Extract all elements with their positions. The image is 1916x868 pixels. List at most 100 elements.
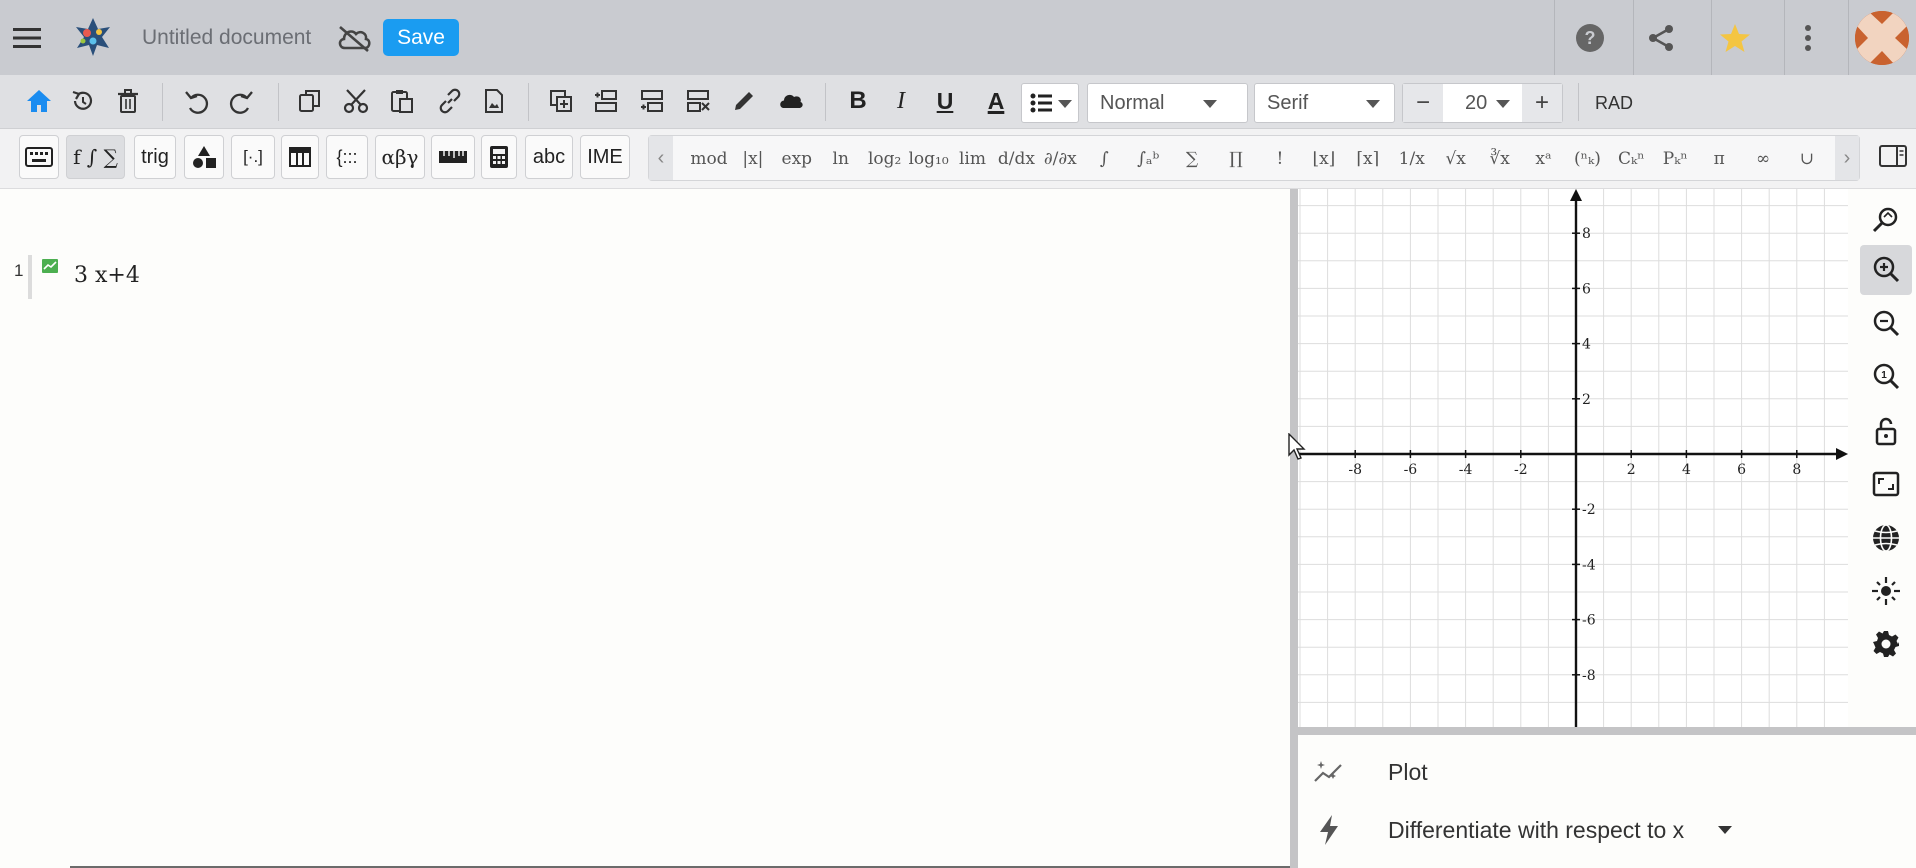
font-size-decrease-button[interactable]: − bbox=[1403, 84, 1443, 122]
copy-icon[interactable] bbox=[290, 81, 330, 121]
insert-above-icon[interactable] bbox=[586, 81, 626, 121]
math-expression[interactable]: 3 x+4 bbox=[74, 263, 140, 288]
differentiate-action[interactable]: Differentiate with respect to x bbox=[1298, 799, 1916, 861]
paragraph-style-select[interactable]: Normal bbox=[1087, 83, 1248, 123]
cloud-icon[interactable] bbox=[770, 81, 810, 121]
help-icon[interactable]: ? bbox=[1566, 18, 1614, 58]
pencil-icon[interactable] bbox=[724, 81, 764, 121]
italic-button[interactable]: I bbox=[881, 81, 921, 121]
chevron-left-icon[interactable]: ‹ bbox=[649, 136, 673, 180]
symbol-button[interactable]: ∪ bbox=[1785, 142, 1829, 176]
plot-line-icon[interactable] bbox=[42, 259, 58, 273]
symbol-button[interactable]: log₂ bbox=[863, 142, 907, 176]
symbol-button[interactable]: ∞ bbox=[1741, 142, 1785, 176]
list-style-select[interactable] bbox=[1021, 83, 1079, 123]
calculus-tab[interactable]: f ∫ ∑ bbox=[66, 135, 125, 179]
home-icon[interactable] bbox=[19, 81, 59, 121]
font-family-select[interactable]: Serif bbox=[1254, 83, 1395, 123]
graph-canvas[interactable]: -8 -6 -4 -2 2 4 6 8 8 6 4 2 -2 -4 -6 -8 bbox=[1298, 189, 1848, 727]
duplicate-icon[interactable] bbox=[541, 81, 581, 121]
symbol-button[interactable]: |x| bbox=[731, 142, 775, 176]
calculator-tab[interactable] bbox=[481, 135, 517, 179]
keyboard-icon bbox=[25, 147, 53, 167]
symbol-button[interactable]: Pₖⁿ bbox=[1653, 142, 1697, 176]
center-icon[interactable] bbox=[1860, 566, 1912, 616]
save-button[interactable]: Save bbox=[383, 19, 459, 56]
link-icon[interactable] bbox=[430, 81, 470, 121]
cut-icon[interactable] bbox=[336, 81, 376, 121]
underline-button[interactable]: U bbox=[925, 81, 965, 121]
greek-tab[interactable]: αβγ bbox=[375, 135, 425, 179]
document-editor[interactable]: 1 3 x+4 bbox=[0, 189, 1290, 868]
font-size-increase-button[interactable]: + bbox=[1522, 84, 1562, 122]
font-size-value[interactable]: 20 bbox=[1443, 84, 1523, 122]
text-color-button[interactable]: A bbox=[976, 81, 1016, 121]
zoom-out-icon[interactable] bbox=[1860, 299, 1912, 349]
chevron-down-icon[interactable] bbox=[1496, 100, 1510, 108]
symbol-button[interactable]: ∏ bbox=[1214, 142, 1258, 176]
document-title[interactable]: Untitled document bbox=[142, 26, 311, 50]
insert-below-icon[interactable] bbox=[632, 81, 672, 121]
insert-image-icon[interactable] bbox=[474, 81, 514, 121]
symbol-button[interactable]: ∑ bbox=[1170, 142, 1214, 176]
symbol-button[interactable]: ∫ bbox=[1082, 142, 1126, 176]
avatar[interactable] bbox=[1855, 11, 1909, 65]
symbol-button[interactable]: (ⁿₖ) bbox=[1565, 142, 1609, 176]
redo-icon[interactable] bbox=[222, 81, 262, 121]
history-icon[interactable] bbox=[63, 81, 103, 121]
symbol-button[interactable]: ∫ₐᵇ bbox=[1126, 142, 1170, 176]
settings-icon[interactable] bbox=[1860, 619, 1912, 669]
globe-icon[interactable] bbox=[1860, 513, 1912, 563]
more-vert-icon[interactable] bbox=[1784, 18, 1832, 58]
symbol-button[interactable]: exp bbox=[775, 142, 819, 176]
ime-tab[interactable]: IME bbox=[580, 135, 630, 179]
symbol-button[interactable]: ⌈x⌉ bbox=[1346, 142, 1390, 176]
units-tab[interactable] bbox=[431, 135, 475, 179]
symbol-button[interactable]: ⌊x⌋ bbox=[1302, 142, 1346, 176]
symbol-button[interactable]: ! bbox=[1258, 142, 1302, 176]
matrix-tab[interactable]: [·.] bbox=[231, 135, 275, 179]
star-icon[interactable] bbox=[1711, 18, 1759, 58]
symbol-button[interactable]: Cₖⁿ bbox=[1609, 142, 1653, 176]
side-panel-toggle-icon[interactable] bbox=[1878, 143, 1908, 173]
cloud-off-icon[interactable] bbox=[334, 20, 374, 56]
share-icon[interactable] bbox=[1637, 18, 1685, 58]
trig-tab[interactable]: trig bbox=[134, 135, 176, 179]
chevron-down-icon bbox=[1366, 100, 1380, 108]
symbol-button[interactable]: mod bbox=[687, 142, 731, 176]
zoom-reset-icon[interactable]: 1 bbox=[1860, 352, 1912, 402]
symbol-button[interactable]: log₁₀ bbox=[907, 142, 951, 176]
x-tick-label: 2 bbox=[1627, 462, 1636, 478]
symbol-button[interactable]: lim bbox=[951, 142, 995, 176]
bold-button[interactable]: B bbox=[838, 81, 878, 121]
trash-icon[interactable] bbox=[108, 81, 148, 121]
delete-line-icon[interactable] bbox=[678, 81, 718, 121]
symbol-button[interactable]: ∂/∂x bbox=[1038, 142, 1082, 176]
symbol-button[interactable]: 1/x bbox=[1390, 142, 1434, 176]
chevron-down-icon[interactable] bbox=[1718, 826, 1732, 834]
paste-icon[interactable] bbox=[382, 81, 422, 121]
undo-icon[interactable] bbox=[176, 81, 216, 121]
fullscreen-icon[interactable] bbox=[1860, 459, 1912, 509]
angle-mode-toggle[interactable]: RAD bbox=[1595, 93, 1633, 114]
symbol-button[interactable]: π bbox=[1697, 142, 1741, 176]
plot-action[interactable]: Plot bbox=[1298, 741, 1916, 803]
zoom-fit-icon[interactable] bbox=[1860, 195, 1912, 245]
text-tab[interactable]: abc bbox=[525, 135, 573, 179]
zoom-in-icon[interactable] bbox=[1860, 245, 1912, 295]
shapes-tab[interactable] bbox=[184, 135, 224, 179]
chevron-right-icon[interactable]: › bbox=[1835, 136, 1859, 180]
panel-resizer[interactable] bbox=[1290, 189, 1298, 868]
table-tab[interactable] bbox=[281, 135, 319, 179]
symbol-button[interactable]: √x bbox=[1434, 142, 1478, 176]
lock-icon[interactable] bbox=[1860, 406, 1912, 456]
app-logo-icon[interactable] bbox=[70, 14, 116, 60]
keyboard-tab[interactable] bbox=[19, 135, 59, 179]
piecewise-tab[interactable]: {::: bbox=[326, 135, 368, 179]
menu-icon[interactable] bbox=[10, 18, 44, 58]
symbol-button[interactable]: d/dx bbox=[994, 142, 1038, 176]
panel-resizer[interactable] bbox=[1298, 727, 1916, 735]
symbol-button[interactable]: ∛x bbox=[1478, 142, 1522, 176]
symbol-button[interactable]: ln bbox=[819, 142, 863, 176]
symbol-button[interactable]: xᵃ bbox=[1522, 142, 1566, 176]
